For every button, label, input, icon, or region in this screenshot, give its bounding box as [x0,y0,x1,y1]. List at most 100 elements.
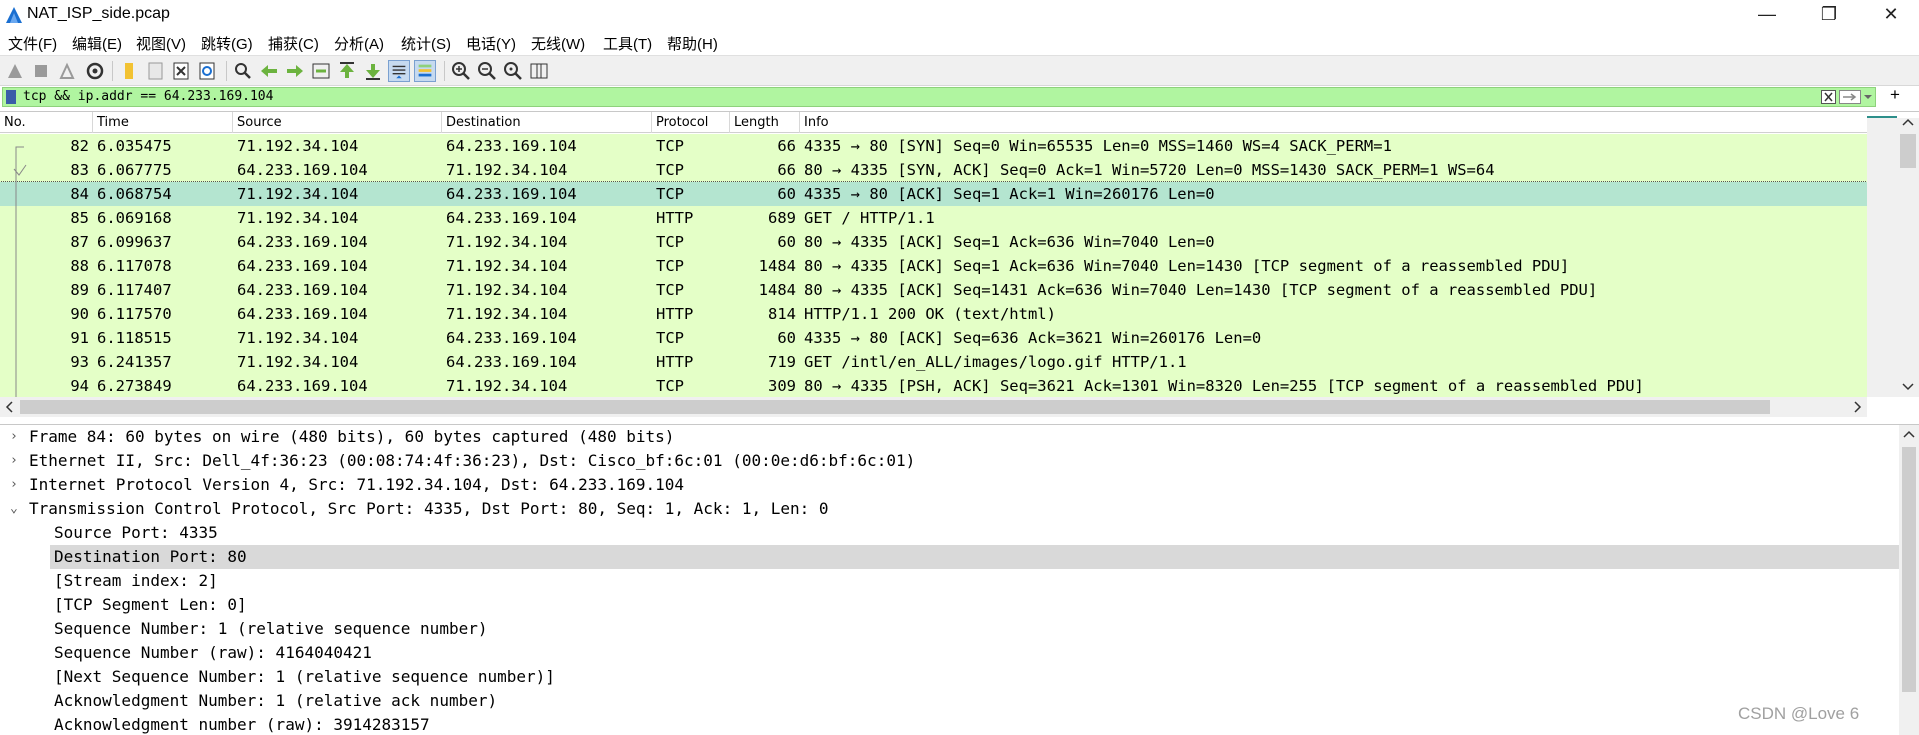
scroll-thumb[interactable] [1902,447,1916,692]
packet-cell-time: 6.117078 [97,257,172,275]
column-header-info[interactable]: Info [800,112,1867,133]
column-header-destination[interactable]: Destination [442,112,652,133]
menu-go[interactable]: 跳转(G) [201,33,253,54]
menu-telephony[interactable]: 电话(Y) [466,33,516,54]
scroll-down-arrow-icon[interactable] [1897,377,1919,397]
tcp-field[interactable]: [Stream index: 2] [50,569,1899,593]
capture-options-icon[interactable] [84,60,106,82]
normal-size-icon[interactable] [502,60,524,82]
packet-row[interactable]: 82 6.035475 71.192.34.104 64.233.169.104 TCP… [0,134,1867,158]
tcp-field[interactable]: Acknowledgment number (raw): 3914283157 [50,713,1899,735]
menu-tools[interactable]: 工具(T) [603,33,652,54]
tcp-field[interactable]: Sequence Number: 1 (relative sequence nu… [50,617,1899,641]
add-filter-button[interactable]: + [1890,85,1900,105]
column-header-time[interactable]: Time [93,112,233,133]
packet-cell-proto: HTTP [656,305,694,323]
menu-file[interactable]: 文件(F) [8,33,57,54]
packet-cell-len: 66 [777,161,796,179]
packet-cell-time: 6.067775 [97,161,172,179]
details-vertical-scrollbar[interactable] [1899,425,1919,735]
scroll-right-arrow-icon[interactable] [1847,397,1867,417]
packet-cell-dst: 71.192.34.104 [446,377,568,395]
tree-item-ip[interactable]: › Internet Protocol Version 4, Src: 71.1… [0,473,1899,497]
go-last-packet-icon[interactable] [362,60,384,82]
save-file-icon[interactable] [145,60,167,82]
packet-row[interactable]: 84 6.068754 71.192.34.104 64.233.169.104 TCP… [0,181,1868,207]
filter-history-dropdown-icon[interactable] [1863,92,1873,102]
packet-row[interactable]: 89 6.117407 64.233.169.104 71.192.34.104 TCP… [0,278,1867,302]
packet-cell-len: 60 [777,233,796,251]
packet-cell-time: 6.241357 [97,353,172,371]
packet-list-horizontal-scrollbar[interactable] [0,397,1867,417]
packet-cell-info: 80 → 4335 [ACK] Seq=1 Ack=636 Win=7040 L… [804,233,1215,251]
scroll-left-arrow-icon[interactable] [0,397,20,417]
start-capture-icon[interactable] [4,60,26,82]
tree-item-ethernet[interactable]: › Ethernet II, Src: Dell_4f:36:23 (00:08… [0,449,1899,473]
packet-cell-dst: 64.233.169.104 [446,329,577,347]
packet-list-vertical-scrollbar[interactable] [1867,112,1919,397]
minimize-button[interactable]: — [1736,0,1798,30]
stop-capture-icon[interactable] [30,60,52,82]
expand-arrow-icon[interactable]: › [10,473,24,497]
packet-row[interactable]: 94 6.273849 64.233.169.104 71.192.34.104 TCP… [0,374,1867,398]
packet-cell-info: 4335 → 80 [ACK] Seq=636 Ack=3621 Win=260… [804,329,1262,347]
collapse-arrow-icon[interactable]: ⌄ [10,497,24,521]
column-header-protocol[interactable]: Protocol [652,112,730,133]
menu-help[interactable]: 帮助(H) [667,33,718,54]
expand-arrow-icon[interactable]: › [10,425,24,449]
menu-view[interactable]: 视图(V) [136,33,186,54]
close-button[interactable]: ✕ [1860,0,1919,30]
tcp-field[interactable]: [Next Sequence Number: 1 (relative seque… [50,665,1899,689]
zoom-in-icon[interactable] [450,60,472,82]
tree-item-frame[interactable]: › Frame 84: 60 bytes on wire (480 bits),… [0,425,1899,449]
packet-row[interactable]: 93 6.241357 71.192.34.104 64.233.169.104 HTT… [0,350,1867,374]
tree-item-tcp[interactable]: ⌄ Transmission Control Protocol, Src Por… [0,497,1899,521]
apply-filter-icon[interactable] [1839,90,1861,104]
tcp-field[interactable]: Acknowledgment Number: 1 (relative ack n… [50,689,1899,713]
tcp-field[interactable]: Destination Port: 80 [50,545,1899,569]
menu-capture[interactable]: 捕获(C) [268,33,319,54]
reload-file-icon[interactable] [196,60,218,82]
restore-button[interactable]: ❐ [1798,0,1860,30]
menu-bar: 文件(F) 编辑(E) 视图(V) 跳转(G) 捕获(C) 分析(A) 统计(S… [0,30,1919,54]
scroll-up-arrow-icon[interactable] [1897,112,1919,132]
expand-arrow-icon[interactable]: › [10,449,24,473]
packet-row[interactable]: 88 6.117078 64.233.169.104 71.192.34.104 TCP… [0,254,1867,278]
packet-cell-dst: 71.192.34.104 [446,257,568,275]
menu-edit[interactable]: 编辑(E) [72,33,122,54]
go-back-icon[interactable] [258,60,280,82]
scroll-up-arrow-icon[interactable] [1899,425,1919,445]
menu-analyze[interactable]: 分析(A) [334,33,384,54]
column-header-source[interactable]: Source [233,112,442,133]
horizontal-scroll-thumb[interactable] [20,400,1770,414]
close-file-icon[interactable] [170,60,192,82]
packet-row[interactable]: 85 6.069168 71.192.34.104 64.233.169.104 HTT… [0,206,1867,230]
display-filter-input[interactable]: tcp && ip.addr == 64.233.169.104 [2,87,1876,107]
scroll-thumb[interactable] [1900,134,1916,168]
auto-scroll-icon[interactable] [388,60,410,82]
packet-row[interactable]: 87 6.099637 64.233.169.104 71.192.34.104 TCP… [0,230,1867,254]
packet-row[interactable]: 91 6.118515 71.192.34.104 64.233.169.104 TCP… [0,326,1867,350]
tcp-field[interactable]: Source Port: 4335 [50,521,1899,545]
column-header-length[interactable]: Length [730,112,800,133]
go-first-packet-icon[interactable] [336,60,358,82]
packet-cell-len: 719 [768,353,796,371]
find-packet-icon[interactable] [232,60,254,82]
clear-filter-icon[interactable] [1821,90,1836,104]
menu-statistics[interactable]: 统计(S) [401,33,451,54]
packet-row[interactable]: 90 6.117570 64.233.169.104 71.192.34.104 HTT… [0,302,1867,326]
colorize-icon[interactable] [414,60,436,82]
packet-row[interactable]: 83 6.067775 64.233.169.104 71.192.34.104 TCP… [0,158,1867,182]
column-header-no[interactable]: No. [0,112,93,133]
zoom-out-icon[interactable] [476,60,498,82]
menu-wireless[interactable]: 无线(W) [531,33,585,54]
restart-capture-icon[interactable] [56,60,78,82]
tcp-field[interactable]: Sequence Number (raw): 4164040421 [50,641,1899,665]
resize-columns-icon[interactable] [528,60,550,82]
packet-cell-proto: TCP [656,161,684,179]
tcp-field[interactable]: [TCP Segment Len: 0] [50,593,1899,617]
open-file-icon[interactable] [118,60,140,82]
bookmark-icon[interactable] [6,90,16,104]
go-forward-icon[interactable] [284,60,306,82]
go-to-packet-icon[interactable] [310,60,332,82]
